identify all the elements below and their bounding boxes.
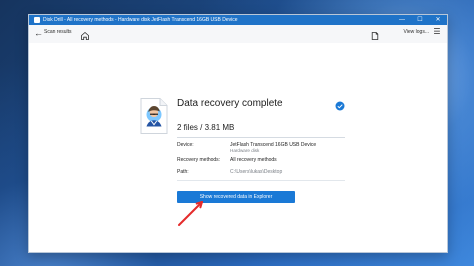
recovery-methods-label: Recovery methods: xyxy=(177,157,221,163)
recovered-files-summary: 2 files / 3.81 MB xyxy=(177,123,235,132)
view-logs-button[interactable]: View logs... xyxy=(404,29,429,35)
device-row: Device: JetFlash Transcend 16GB USB Devi… xyxy=(177,142,349,157)
toolbar: ← Scan results View logs... ☰ xyxy=(29,25,447,44)
scan-results-link[interactable]: Scan results xyxy=(44,29,72,35)
summary-divider xyxy=(177,137,345,138)
checkmark-badge-icon xyxy=(335,98,345,111)
path-label: Path: xyxy=(177,169,189,175)
device-label: Device: xyxy=(177,142,194,148)
hamburger-menu-icon[interactable]: ☰ xyxy=(432,27,442,37)
disk-drill-window: Disk Drill - All recovery methods - Hard… xyxy=(28,14,448,253)
window-titlebar: Disk Drill - All recovery methods - Hard… xyxy=(29,15,447,25)
device-type: Hardware disk xyxy=(230,148,260,153)
document-preview-icon xyxy=(139,97,169,135)
arrow-left-icon[interactable]: ← xyxy=(34,28,44,38)
red-arrow-icon xyxy=(174,195,210,229)
minimize-button[interactable]: — xyxy=(393,15,411,25)
recovery-methods-row: Recovery methods: All recovery methods xyxy=(177,157,349,169)
close-button[interactable]: ✕ xyxy=(429,15,447,25)
window-title: Disk Drill - All recovery methods - Hard… xyxy=(43,17,238,23)
disk-drill-icon xyxy=(34,17,40,23)
recovery-methods-value: All recovery methods xyxy=(230,157,277,163)
path-value: C:\Users\lukas\Desktop xyxy=(230,169,283,175)
home-icon[interactable] xyxy=(80,28,90,40)
window-controls: — ☐ ✕ xyxy=(393,15,447,25)
document-icon[interactable] xyxy=(370,28,380,40)
recovery-complete-heading: Data recovery complete xyxy=(177,98,283,109)
recovery-details: Device: JetFlash Transcend 16GB USB Devi… xyxy=(177,142,349,181)
recovery-summary-panel: Data recovery complete 2 files / 3.81 MB… xyxy=(29,43,447,252)
maximize-button[interactable]: ☐ xyxy=(411,15,429,25)
details-divider xyxy=(177,180,345,181)
desktop-background: Disk Drill - All recovery methods - Hard… xyxy=(0,0,474,266)
